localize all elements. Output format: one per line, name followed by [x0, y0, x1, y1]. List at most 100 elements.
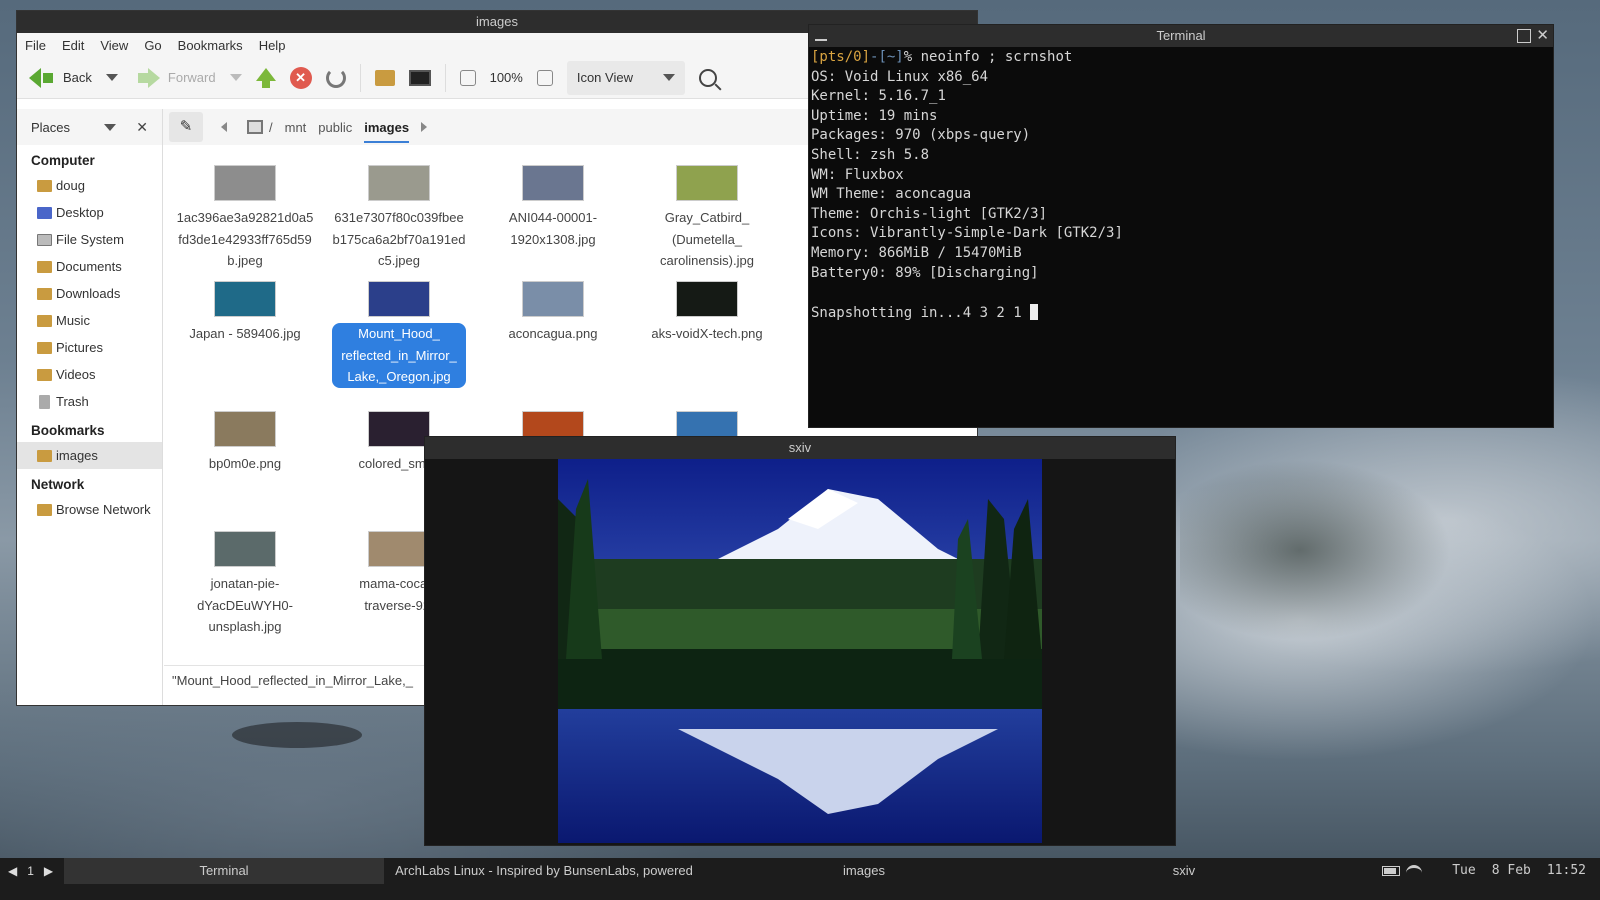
menu-edit[interactable]: Edit	[62, 38, 84, 53]
edit-location-button[interactable]: ✎	[169, 112, 203, 142]
back-history-button[interactable]	[105, 74, 118, 81]
terminal-output[interactable]: [pts/0]-[~]% neoinfo ; scrnshot OS: Void…	[809, 47, 1553, 323]
chevron-down-icon	[662, 74, 675, 81]
path-scroll-left-icon[interactable]	[221, 122, 227, 132]
menu-view[interactable]: View	[100, 38, 128, 53]
file-thumbnail	[214, 531, 276, 567]
menu-bookmarks[interactable]: Bookmarks	[178, 38, 243, 53]
task-images[interactable]: images	[704, 858, 1024, 884]
back-button[interactable]: Back	[29, 67, 92, 88]
file-item[interactable]: 1ac396ae3a92821d0a5 fd3de1e42933ff765d59…	[168, 165, 322, 272]
sidebar-item-videos[interactable]: Videos	[17, 361, 162, 388]
file-item[interactable]: Mount_Hood_ reflected_in_Mirror_ Lake,_O…	[322, 281, 476, 388]
file-name: 1ac396ae3a92821d0a5 fd3de1e42933ff765d59…	[176, 210, 314, 268]
cursor	[1030, 303, 1039, 320]
info-line: Theme: Orchis-light [GTK2/3]	[811, 206, 1553, 226]
chevron-down-icon	[105, 74, 118, 81]
sidebar-item-filesystem[interactable]: File System	[17, 226, 162, 253]
forward-history-button[interactable]	[229, 74, 242, 81]
info-value: 866MiB / 15470MiB	[870, 244, 1022, 261]
terminal-window[interactable]: Terminal ✕ [pts/0]-[~]% neoinfo ; scrnsh…	[808, 24, 1554, 428]
sxiv-title[interactable]: sxiv	[425, 437, 1175, 459]
file-name: Mount_Hood_ reflected_in_Mirror_ Lake,_O…	[332, 323, 466, 388]
file-item[interactable]: Japan - 589406.jpg	[168, 281, 322, 345]
prompt-line: [pts/0]-[~]% neoinfo ; scrnshot	[811, 49, 1553, 69]
search-icon	[698, 68, 717, 87]
sidebar-item-desktop[interactable]: Desktop	[17, 199, 162, 226]
info-key: Shell:	[811, 146, 862, 163]
mountain-lake-photo	[558, 459, 1042, 843]
folder-icon	[37, 449, 52, 462]
wifi-icon[interactable]	[1406, 865, 1423, 877]
sidebar-head-computer: Computer	[31, 153, 95, 168]
battery-icon[interactable]	[1382, 866, 1401, 876]
reload-button[interactable]	[325, 67, 346, 88]
file-name: Gray_Catbird_ (Dumetella_ carolinensis).…	[660, 210, 754, 268]
up-button[interactable]	[255, 67, 276, 88]
search-button[interactable]	[698, 68, 717, 87]
info-line: Battery0: 89% [Discharging]	[811, 265, 1553, 285]
crumb-mnt[interactable]: mnt	[285, 120, 307, 135]
drive-icon	[247, 120, 263, 134]
countdown-line: Snapshotting in...4 3 2 1	[811, 303, 1553, 324]
file-item[interactable]: 631e7307f80c039fbee b175ca6a2bf70a191ed …	[322, 165, 476, 272]
sidebar-item-images[interactable]: images	[17, 442, 162, 469]
reload-icon	[325, 67, 346, 88]
stop-button[interactable]: ✕	[289, 66, 312, 89]
close-icon[interactable]: ✕	[136, 119, 148, 136]
sidebar-item-documents[interactable]: Documents	[17, 253, 162, 280]
sxiv-window[interactable]: sxiv	[424, 436, 1176, 846]
sidebar-item-browse-network[interactable]: Browse Network	[17, 496, 162, 523]
info-value: Vibrantly-Simple-Dark [GTK2/3]	[861, 225, 1123, 242]
sidebar-item-label: File System	[56, 232, 124, 247]
file-name: ANI044-00001- 1920x1308.jpg	[508, 210, 598, 247]
clock-time: 11:52	[1546, 863, 1586, 878]
workspace-switcher[interactable]: ◀ 1 ▶	[8, 858, 53, 884]
menu-go[interactable]: Go	[144, 38, 161, 53]
sidebar-item-label: Downloads	[56, 286, 121, 301]
crumb-public[interactable]: public	[318, 120, 352, 135]
terminal-titlebar[interactable]: Terminal ✕	[809, 25, 1553, 47]
places-dropdown-icon[interactable]	[104, 123, 117, 131]
task-terminal[interactable]: Terminal	[64, 858, 384, 884]
sidebar-item-pictures[interactable]: Pictures	[17, 334, 162, 361]
file-thumbnail	[676, 281, 738, 317]
info-key: Packages:	[811, 127, 887, 144]
task-sxiv[interactable]: sxiv	[1024, 858, 1344, 884]
path-scroll-right-icon[interactable]	[421, 122, 428, 132]
info-value: 89% [Discharging]	[886, 264, 1039, 281]
menu-file[interactable]: File	[25, 38, 46, 53]
crumb-images[interactable]: images	[364, 120, 410, 143]
sidebar-item-music[interactable]: Music	[17, 307, 162, 334]
file-item[interactable]: aconcagua.png	[476, 281, 630, 345]
view-mode-select[interactable]: Icon View	[566, 60, 685, 95]
file-item[interactable]: ANI044-00001- 1920x1308.jpg	[476, 165, 630, 250]
file-item[interactable]: Gray_Catbird_ (Dumetella_ carolinensis).…	[630, 165, 784, 272]
task-archlabs[interactable]: ArchLabs Linux - Inspired by BunsenLabs,…	[384, 858, 704, 884]
computer-button[interactable]	[408, 69, 431, 86]
command-text: % neoinfo ; scrnshot	[903, 49, 1073, 65]
file-item[interactable]: bp0m0e.png	[168, 411, 322, 475]
home-button[interactable]	[374, 69, 395, 86]
crumb-root[interactable]: /	[269, 120, 273, 135]
sidebar-item-doug[interactable]: doug	[17, 172, 162, 199]
minimize-icon[interactable]	[815, 39, 827, 41]
forward-label: Forward	[167, 70, 216, 85]
info-line: Memory: 866MiB / 15470MiB	[811, 245, 1553, 265]
info-key: OS:	[811, 68, 837, 85]
maximize-icon[interactable]	[1517, 29, 1531, 43]
file-item[interactable]: jonatan-pie- dYacDEuWYH0- unsplash.jpg	[168, 531, 322, 638]
close-icon[interactable]: ✕	[1536, 25, 1549, 47]
info-value: 5.16.7_1	[870, 88, 946, 105]
sidebar-item-trash[interactable]: Trash	[17, 388, 162, 415]
menu-help[interactable]: Help	[259, 38, 286, 53]
file-thumbnail	[214, 411, 276, 447]
places-label: Places	[31, 119, 71, 135]
file-item[interactable]: aks-voidX-tech.png	[630, 281, 784, 345]
zoom-out-button[interactable]	[459, 69, 476, 86]
file-thumbnail	[368, 531, 430, 567]
sidebar-item-downloads[interactable]: Downloads	[17, 280, 162, 307]
zoom-in-button[interactable]	[536, 69, 553, 86]
forward-button[interactable]: Forward	[137, 67, 216, 88]
